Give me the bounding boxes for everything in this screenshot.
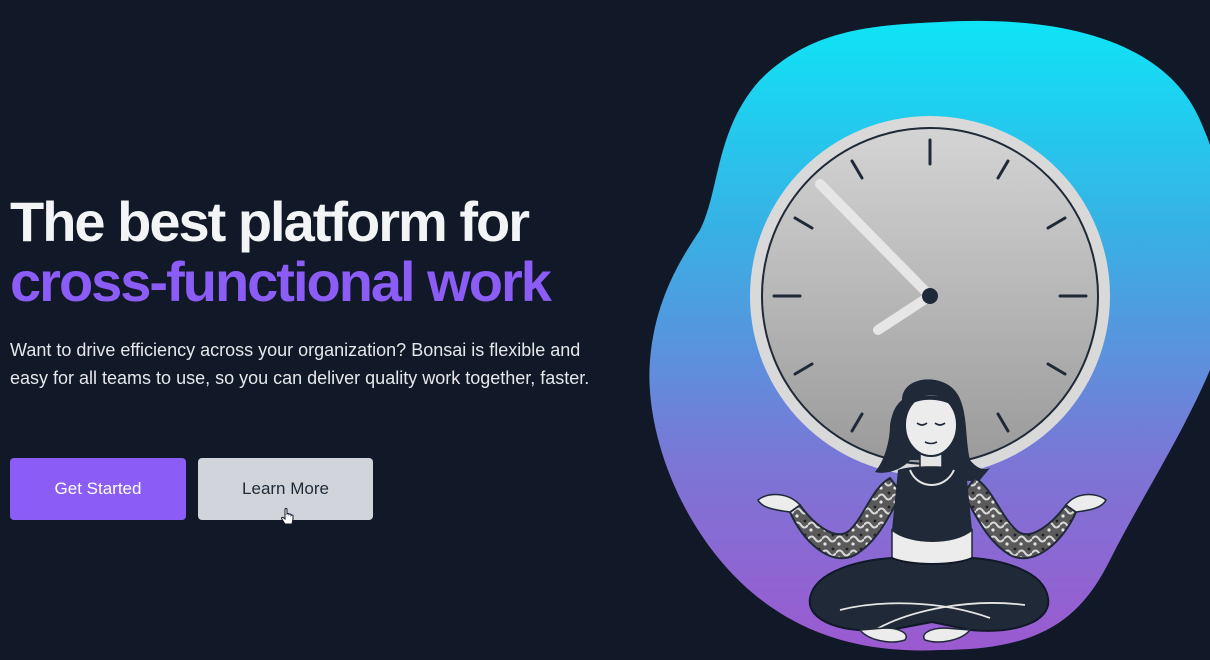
hero-description: Want to drive efficiency across your org… bbox=[10, 340, 590, 388]
hero-headline: The best platform for cross-functional w… bbox=[10, 192, 610, 312]
learn-more-label: Learn More bbox=[242, 479, 329, 498]
learn-more-button[interactable]: Learn More bbox=[198, 458, 373, 525]
hero-illustration bbox=[649, 20, 1210, 651]
hero-section: The best platform for cross-functional w… bbox=[0, 0, 1210, 660]
headline-line-1: The best platform for bbox=[10, 190, 530, 253]
get-started-button[interactable]: Get Started bbox=[10, 458, 186, 520]
headline-line-2-highlight: cross-functional work bbox=[10, 250, 552, 313]
cta-button-row: Get Started Learn More bbox=[10, 458, 373, 525]
hero-text-block: The best platform for cross-functional w… bbox=[10, 192, 610, 392]
pointer-cursor-icon bbox=[280, 508, 294, 525]
